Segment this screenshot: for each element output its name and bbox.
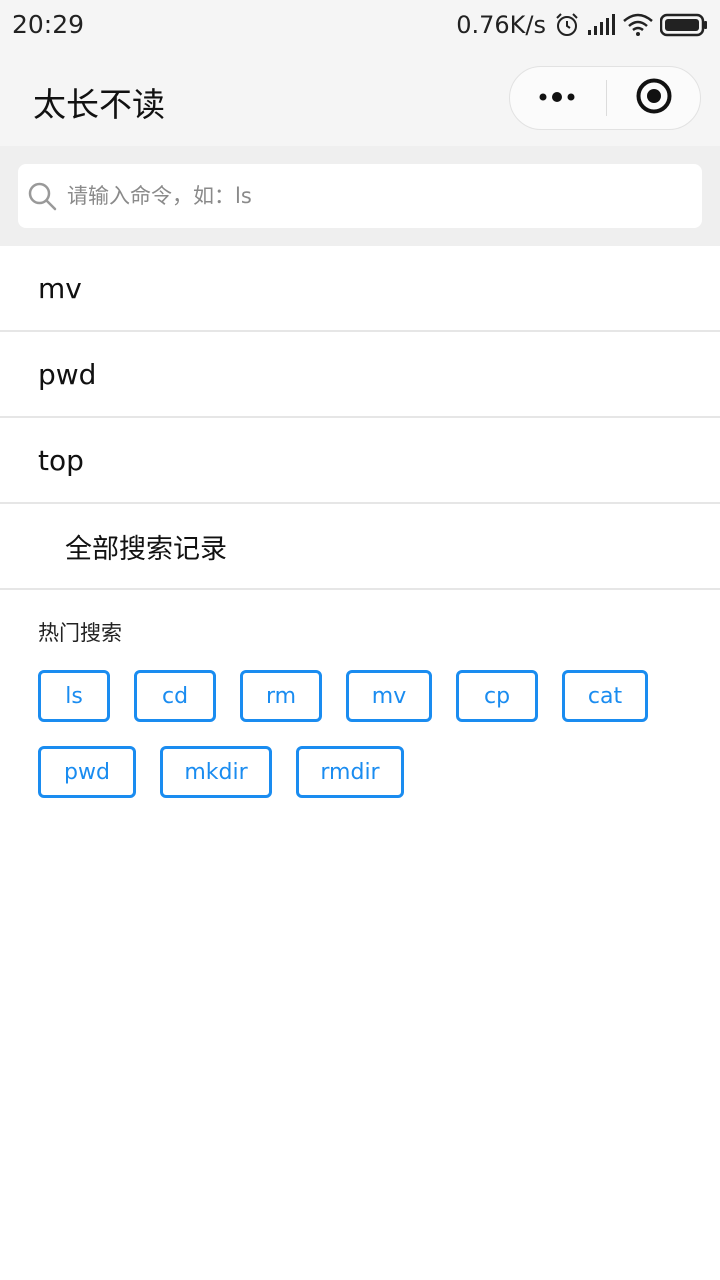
hot-tag[interactable]: cat (562, 670, 648, 722)
hot-search-title: 热门搜索 (38, 621, 122, 645)
tag-row: pwd mkdir rmdir (38, 746, 688, 798)
mini-program-capsule (509, 66, 701, 130)
hot-tag[interactable]: cp (456, 670, 538, 722)
hot-search-tags: ls cd rm mv cp cat pwd mkdir rmdir (38, 670, 688, 822)
hot-tag[interactable]: pwd (38, 746, 136, 798)
search-history: mv pwd top 全部搜索记录 (0, 246, 720, 590)
close-button[interactable] (607, 67, 701, 129)
history-item[interactable]: mv (0, 246, 720, 332)
hot-tag[interactable]: rm (240, 670, 322, 722)
more-button[interactable] (510, 67, 606, 129)
signal-icon (586, 13, 616, 37)
target-close-icon (635, 77, 673, 119)
net-speed: 0.76K/s (456, 11, 546, 39)
history-item[interactable]: top (0, 418, 720, 504)
history-item[interactable]: pwd (0, 332, 720, 418)
wifi-icon (622, 13, 654, 37)
search-box[interactable] (18, 164, 702, 228)
nav-bar: 太长不读 (0, 52, 720, 146)
all-history-link[interactable]: 全部搜索记录 (0, 504, 720, 590)
status-bar: 20:29 0.76K/s (0, 0, 720, 52)
battery-icon (660, 13, 708, 37)
more-dots-icon (538, 89, 578, 108)
hot-tag[interactable]: mv (346, 670, 432, 722)
hot-tag[interactable]: mkdir (160, 746, 272, 798)
page-title: 太长不读 (33, 85, 165, 124)
status-time: 20:29 (12, 10, 85, 39)
search-input[interactable] (67, 176, 667, 216)
hot-tag[interactable]: ls (38, 670, 110, 722)
search-bar (0, 146, 720, 246)
tag-row: ls cd rm mv cp cat (38, 670, 688, 722)
search-icon (27, 181, 57, 211)
status-icons: 0.76K/s (456, 10, 708, 40)
alarm-icon (554, 12, 580, 38)
hot-tag[interactable]: rmdir (296, 746, 404, 798)
hot-tag[interactable]: cd (134, 670, 216, 722)
